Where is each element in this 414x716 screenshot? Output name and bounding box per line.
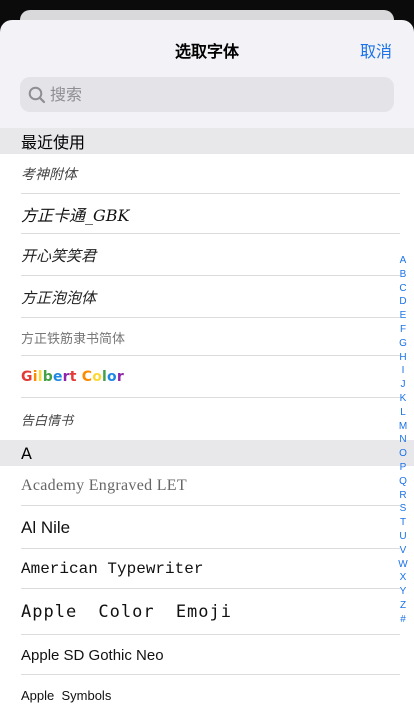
list-item[interactable]: American Typewriter xyxy=(0,549,414,589)
list-item[interactable]: 开心笑笑君 xyxy=(0,234,414,276)
list-item[interactable]: Al Nile xyxy=(0,506,414,549)
index-letter[interactable]: N xyxy=(396,433,410,447)
index-letter[interactable]: O xyxy=(396,447,410,461)
section-header-a: A xyxy=(0,440,414,466)
index-letter[interactable]: E xyxy=(396,309,410,323)
index-letter[interactable]: H xyxy=(396,351,410,365)
recent-group: 考神附体 方正卡通_GBK 开心笑笑君 方正泡泡体 方正铁筋隶书简体 Gilbe… xyxy=(0,154,414,440)
index-letter[interactable]: Q xyxy=(396,475,410,489)
index-letter[interactable]: P xyxy=(396,461,410,475)
index-letter[interactable]: A xyxy=(396,254,410,268)
index-letter[interactable]: J xyxy=(396,378,410,392)
index-letter[interactable]: Y xyxy=(396,585,410,599)
index-letter[interactable]: S xyxy=(396,502,410,516)
section-header-recent: 最近使用 xyxy=(0,128,414,154)
search-icon xyxy=(28,86,46,104)
list-item[interactable]: 方正卡通_GBK xyxy=(0,194,414,234)
list-item[interactable]: Apple SD Gothic Neo xyxy=(0,635,414,675)
search-bar[interactable] xyxy=(20,77,394,112)
nav-bar: 选取字体 取消 xyxy=(0,20,414,76)
index-letter[interactable]: # xyxy=(396,613,410,627)
list-item[interactable]: 方正泡泡体 xyxy=(0,276,414,318)
index-letter[interactable]: V xyxy=(396,544,410,558)
section-index-bar[interactable]: A B C D E F G H I J K L M N O P Q R S T U V W X Y Z # xyxy=(396,254,410,627)
index-letter[interactable]: L xyxy=(396,406,410,420)
index-letter[interactable]: C xyxy=(396,282,410,296)
font-picker-sheet: 选取字体 取消 最近使用 考神附体 方正卡通_GBK 开心笑笑君 方正泡泡体 方… xyxy=(0,20,414,716)
list-item[interactable]: Apple Symbols xyxy=(0,675,414,715)
list-item[interactable]: 方正铁筋隶书简体 xyxy=(0,318,414,356)
index-letter[interactable]: D xyxy=(396,295,410,309)
cancel-button[interactable]: 取消 xyxy=(360,38,392,62)
index-letter[interactable]: U xyxy=(396,530,410,544)
gilbert-color-label: Gilbert Color xyxy=(21,369,124,385)
index-letter[interactable]: Z xyxy=(396,599,410,613)
list-item[interactable]: Academy Engraved LET xyxy=(0,466,414,506)
search-input[interactable] xyxy=(50,77,380,112)
index-letter[interactable]: W xyxy=(396,558,410,572)
list-item[interactable]: Gilbert Color xyxy=(0,356,414,398)
index-letter[interactable]: I xyxy=(396,364,410,378)
a-group: Academy Engraved LET Al Nile American Ty… xyxy=(0,466,414,715)
index-letter[interactable]: G xyxy=(396,337,410,351)
index-letter[interactable]: B xyxy=(396,268,410,282)
font-list[interactable]: 最近使用 考神附体 方正卡通_GBK 开心笑笑君 方正泡泡体 方正铁筋隶书简体 … xyxy=(0,128,414,716)
page-title: 选取字体 xyxy=(174,42,239,61)
list-item[interactable]: Apple Color Emoji xyxy=(0,589,414,635)
index-letter[interactable]: T xyxy=(396,516,410,530)
index-letter[interactable]: R xyxy=(396,489,410,503)
index-letter[interactable]: K xyxy=(396,392,410,406)
index-letter[interactable]: F xyxy=(396,323,410,337)
list-item[interactable]: 告白情书 xyxy=(0,398,414,440)
index-letter[interactable]: X xyxy=(396,571,410,585)
index-letter[interactable]: M xyxy=(396,420,410,434)
list-item[interactable]: 考神附体 xyxy=(0,154,414,194)
